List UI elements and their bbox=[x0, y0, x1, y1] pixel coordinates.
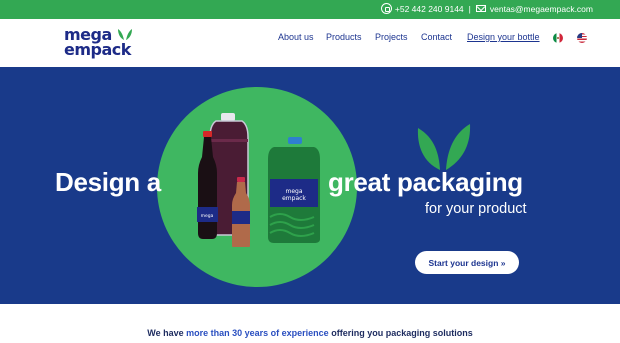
nav-products[interactable]: Products bbox=[326, 32, 362, 42]
nav-design-your-bottle[interactable]: Design your bottle bbox=[467, 32, 540, 42]
hero-subline: for your product bbox=[425, 201, 527, 217]
tagline-before: We have bbox=[147, 328, 187, 338]
mail-icon[interactable] bbox=[475, 5, 486, 12]
nav-contact[interactable]: Contact bbox=[421, 32, 452, 42]
separator: | bbox=[468, 3, 471, 14]
tagline-highlight: more than 30 years of experience bbox=[186, 328, 329, 338]
hero-banner: mega mega empack Design a great packagin… bbox=[0, 67, 620, 304]
phone-link[interactable]: +52 442 240 9144 bbox=[395, 4, 464, 14]
email-link[interactable]: ventas@megaempack.com bbox=[490, 4, 593, 14]
bottles-image: mega mega empack bbox=[197, 113, 320, 247]
nav-about-us[interactable]: About us bbox=[278, 32, 314, 42]
headline-left: Design a bbox=[55, 167, 161, 197]
usa-flag-icon[interactable] bbox=[577, 33, 587, 43]
nav-projects[interactable]: Projects bbox=[375, 32, 408, 42]
bottle-label-text-2b: empack bbox=[282, 195, 306, 202]
main-nav: About us Products Projects Contact Desig… bbox=[0, 32, 620, 46]
bottle-label-text-1: mega bbox=[201, 214, 214, 219]
site-header: mega empack About us Products Projects C… bbox=[0, 19, 620, 67]
whatsapp-icon[interactable] bbox=[380, 3, 392, 14]
bottle-label-text-2a: mega bbox=[285, 188, 302, 195]
top-contact-bar: +52 442 240 9144 | ventas@megaempack.com bbox=[0, 0, 620, 19]
tagline-after: offering you packaging solutions bbox=[328, 328, 473, 338]
start-design-button[interactable]: Start your design » bbox=[415, 251, 519, 274]
contact-info: +52 442 240 9144 | ventas@megaempack.com bbox=[380, 3, 593, 14]
leaves-icon bbox=[417, 124, 471, 170]
mexico-flag-icon[interactable] bbox=[553, 33, 563, 43]
experience-tagline: We have more than 30 years of experience… bbox=[0, 328, 620, 338]
